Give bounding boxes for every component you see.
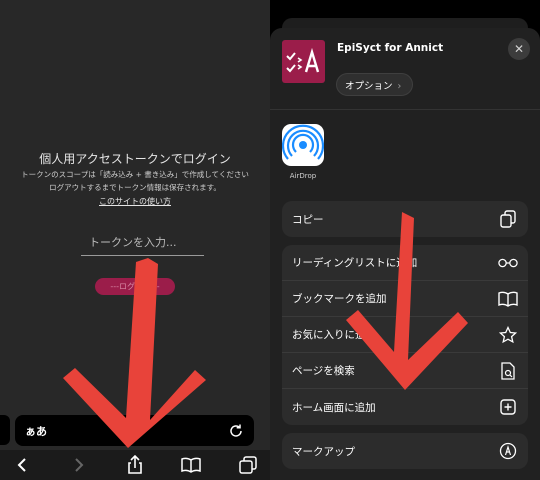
action-group-copy: コピー	[282, 201, 528, 237]
action-label: ホーム画面に追加	[292, 401, 376, 414]
bookmarks-icon[interactable]	[181, 455, 201, 475]
action-add-favorite[interactable]: お気に入りに追加	[282, 317, 528, 353]
add-square-icon	[498, 397, 518, 417]
action-markup[interactable]: マークアップ	[282, 433, 528, 469]
safari-toolbar	[0, 450, 270, 480]
action-label: リーディングリストに追加	[292, 257, 418, 269]
action-group-main: リーディングリストに追加 ブックマークを追加 お気に入りに追加 ページを検索 ホ…	[282, 245, 528, 425]
app-logo-icon	[282, 40, 325, 83]
close-button[interactable]: ✕	[508, 38, 530, 60]
glasses-icon	[498, 253, 518, 273]
site-usage-link[interactable]: このサイトの使い方	[0, 196, 270, 207]
action-label: お気に入りに追加	[292, 329, 376, 341]
reload-icon[interactable]	[228, 423, 244, 439]
book-icon	[498, 289, 518, 309]
action-label: マークアップ	[292, 445, 355, 458]
login-description: トークンのスコープは「読み込み + 書き込み」で作成してください ログアウトする…	[6, 168, 264, 194]
address-bar[interactable]: ぁあ	[15, 415, 254, 446]
safari-page-panel: 個人用アクセストークンでログイン トークンのスコープは「読み込み + 書き込み」…	[0, 0, 270, 480]
action-copy[interactable]: コピー	[282, 201, 528, 237]
action-find-on-page[interactable]: ページを検索	[282, 353, 528, 389]
action-add-to-home[interactable]: ホーム画面に追加	[282, 389, 528, 425]
share-icon[interactable]	[125, 455, 145, 475]
action-label: ブックマークを追加	[292, 293, 387, 305]
options-label: オプション	[345, 80, 393, 92]
token-input[interactable]	[81, 229, 204, 256]
forward-icon[interactable]	[69, 455, 89, 475]
share-sheet-panel: EpiSyct for Annict オプション › ✕ AirDrop コピー…	[270, 0, 540, 480]
previous-tab-address-bar[interactable]	[0, 415, 10, 445]
app-name: EpiSyct for Annict	[337, 42, 444, 54]
find-in-page-icon	[498, 361, 518, 381]
action-label: ページを検索	[292, 365, 355, 377]
star-icon	[498, 325, 518, 345]
airdrop-icon[interactable]	[281, 124, 325, 166]
copy-icon	[498, 209, 518, 229]
login-button[interactable]: ---ログイン---	[95, 278, 175, 295]
chevron-right-icon: ›	[394, 80, 402, 92]
page-settings-button[interactable]: ぁあ	[25, 423, 47, 439]
options-button[interactable]: オプション ›	[336, 73, 413, 96]
login-desc-line2: ログアウトするまでトークン情報は保存されます。	[49, 183, 221, 192]
markup-icon	[498, 441, 518, 461]
action-add-bookmark[interactable]: ブックマークを追加	[282, 281, 528, 317]
action-group-markup: マークアップ	[282, 433, 528, 469]
action-label: コピー	[292, 213, 324, 226]
divider	[270, 109, 540, 110]
action-add-reading-list[interactable]: リーディングリストに追加	[282, 245, 528, 281]
airdrop-label: AirDrop	[289, 172, 317, 180]
tabs-icon[interactable]	[238, 455, 258, 475]
back-icon[interactable]	[12, 455, 32, 475]
login-title: 個人用アクセストークンでログイン	[39, 152, 231, 166]
login-desc-line1: トークンのスコープは「読み込み + 書き込み」で作成してください	[21, 170, 249, 179]
